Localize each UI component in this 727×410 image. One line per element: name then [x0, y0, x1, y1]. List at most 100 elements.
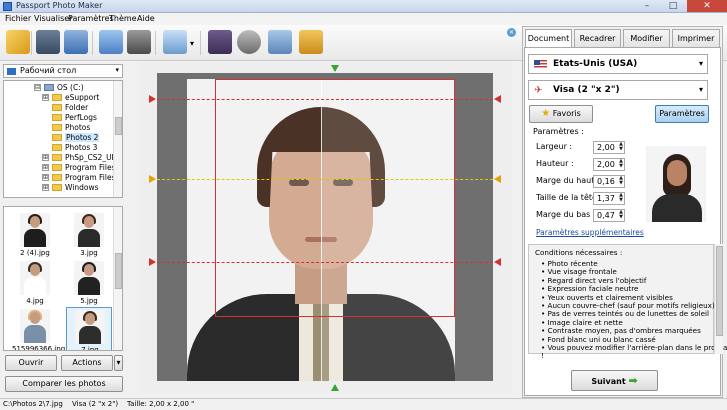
desktop-icon	[7, 68, 16, 75]
guide-top-right-handle-icon[interactable]	[494, 95, 501, 103]
chevron-down-icon: ▾	[698, 85, 703, 94]
expand-toggle-icon[interactable]: ⊞	[42, 154, 49, 161]
param-spinner[interactable]: 2,00 ▲ ▼	[593, 158, 625, 171]
template-icon[interactable]	[163, 30, 187, 54]
thumbnail-item[interactable]: 515996366.jpg	[12, 307, 65, 350]
extra-params-link[interactable]: Paramètres supplémentaires	[536, 228, 644, 237]
param-label: Marge du bas :	[536, 210, 596, 219]
thumbnail-scrollbar[interactable]	[113, 207, 122, 350]
guide-chin-left-handle-icon[interactable]	[149, 258, 156, 266]
spinner-arrows-icon[interactable]: ▲ ▼	[619, 193, 623, 203]
guide-center-top-handle-icon[interactable]	[331, 65, 339, 72]
tree-scrollbar[interactable]	[113, 81, 122, 197]
open-button[interactable]: Ouvrir	[5, 355, 57, 371]
save-icon[interactable]	[36, 30, 60, 54]
guide-eye-right-handle-icon[interactable]	[494, 175, 501, 183]
menu-theme[interactable]: Thème	[109, 14, 137, 23]
parameters-button[interactable]: Paramètres	[655, 105, 709, 123]
actions-button[interactable]: Actions	[61, 355, 113, 371]
thumbnail-item[interactable]: 2 (4).jpg	[12, 211, 58, 259]
param-label: Hauteur :	[536, 159, 574, 168]
thumbnail-item[interactable]: 7.jpg	[66, 307, 112, 350]
tree-item-label: OS (C:)	[57, 83, 84, 92]
status-size: Taille: 2,00 x 2,00 "	[127, 400, 195, 408]
param-spinner[interactable]: 0,47 ▲ ▼	[593, 209, 625, 222]
film-icon[interactable]	[237, 30, 261, 54]
condition-text: Vous pouvez modifier l'arrière-plan dans…	[547, 343, 727, 352]
spinner-arrows-icon[interactable]: ▲ ▼	[619, 176, 623, 186]
crop-frame[interactable]	[215, 79, 455, 317]
chevron-down-icon: ▾	[698, 59, 703, 68]
status-bar: C:\Photos 2\7.jpg Visa (2 "x 2") Taille:…	[0, 398, 727, 410]
preview-photo	[646, 146, 706, 222]
expand-toggle-icon[interactable]: ⊟	[34, 84, 41, 91]
spinner-arrows-icon[interactable]: ▲ ▼	[619, 159, 623, 169]
thumbnail-item[interactable]: 3.jpg	[66, 211, 112, 259]
params-heading: Paramètres :	[533, 127, 584, 136]
country-select[interactable]: Etats-Unis (USA) ▾	[528, 54, 708, 74]
template-dropdown-arrow[interactable]: ▾	[190, 39, 194, 48]
thumbnail-caption: 5.jpg	[80, 297, 98, 305]
box-icon[interactable]	[268, 30, 292, 54]
thumbnail-scrollbar-thumb[interactable]	[115, 253, 122, 289]
menu-parametres[interactable]: Paramètres	[68, 14, 114, 23]
spinner-arrows-icon[interactable]: ▲ ▼	[619, 142, 623, 152]
folder-tree: ⊟ OS (C:) ⊞ eSupport Folder PerfLogs Photos Pho…	[3, 80, 123, 198]
tab-imprimer[interactable]: Imprimer	[672, 29, 720, 47]
folder-icon	[52, 174, 62, 181]
tab-recadrer[interactable]: Recadrer	[574, 29, 621, 47]
guide-center-bottom-handle-icon[interactable]	[331, 384, 339, 391]
guide-chin-right-handle-icon[interactable]	[494, 258, 501, 266]
close-button[interactable]: ✕	[687, 0, 727, 12]
guide-eye-line	[157, 179, 493, 180]
spinner-arrows-icon[interactable]: ▲ ▼	[619, 210, 623, 220]
folder-combo[interactable]: Рабочий стол ▾	[3, 64, 123, 78]
param-spinner[interactable]: 2,00 ▲ ▼	[593, 141, 625, 154]
guide-eye-left-handle-icon[interactable]	[149, 175, 156, 183]
star-icon: ★	[541, 108, 551, 119]
tab-modifier[interactable]: Modifier	[623, 29, 670, 47]
param-spinner[interactable]: 1,37 ▲ ▼	[593, 192, 625, 205]
conditions-scrollbar[interactable]	[714, 244, 723, 354]
guide-top-left-handle-icon[interactable]	[149, 95, 156, 103]
menu-aide[interactable]: Aide	[137, 14, 155, 23]
close-canvas-icon[interactable]: ✕	[507, 28, 516, 37]
favorites-button[interactable]: ★ Favoris	[529, 105, 593, 123]
thumbnail-item[interactable]: 5.jpg	[66, 259, 112, 307]
param-label: Marge du haut :	[536, 176, 600, 185]
maximize-button[interactable]: □	[660, 0, 686, 12]
toolbar-separator	[200, 31, 201, 55]
tab-document[interactable]: Document	[525, 29, 572, 48]
camera-icon[interactable]	[127, 30, 151, 54]
expand-toggle-icon[interactable]: ⊞	[42, 94, 49, 101]
tree-item-label: Program Files	[65, 163, 116, 172]
expand-toggle-icon[interactable]: ⊞	[42, 184, 49, 191]
tree-item-label: PhSp_CS2_UE_	[65, 153, 121, 162]
conditions-scrollbar-thumb[interactable]	[716, 246, 723, 336]
print-icon[interactable]	[64, 30, 88, 54]
menu-fichier[interactable]: Fichier	[5, 14, 31, 23]
thumbnail-image	[20, 309, 50, 343]
toolbar-separator	[31, 31, 32, 55]
format-value: Visa (2 "x 2")	[553, 85, 620, 95]
next-button[interactable]: Suivant ➡	[571, 370, 658, 391]
actions-dropdown-arrow[interactable]: ▾	[114, 355, 123, 371]
menu-visualiser[interactable]: Visualiser	[34, 14, 72, 23]
book-icon[interactable]	[208, 30, 232, 54]
compare-photos-button[interactable]: Comparer les photos	[5, 376, 123, 392]
param-label: Largeur :	[536, 142, 573, 151]
param-value: 0,16	[597, 177, 615, 186]
minimize-button[interactable]: –	[634, 0, 660, 12]
tree-scrollbar-thumb[interactable]	[115, 117, 122, 135]
expand-toggle-icon[interactable]: ⊞	[42, 164, 49, 171]
open-folder-icon[interactable]	[6, 30, 30, 54]
thumbnail-caption: 3.jpg	[80, 249, 98, 257]
users-icon[interactable]	[99, 30, 123, 54]
format-select[interactable]: ✈ Visa (2 "x 2") ▾	[528, 80, 708, 100]
shopping-cart-icon[interactable]	[299, 30, 323, 54]
condition-item: • Vous pouvez modifier l'arrière-plan da…	[541, 343, 727, 352]
thumbnail-item[interactable]: 4.jpg	[12, 259, 58, 307]
param-spinner[interactable]: 0,16 ▲ ▼	[593, 175, 625, 188]
expand-toggle-icon[interactable]: ⊞	[42, 174, 49, 181]
drive-icon	[44, 84, 54, 91]
